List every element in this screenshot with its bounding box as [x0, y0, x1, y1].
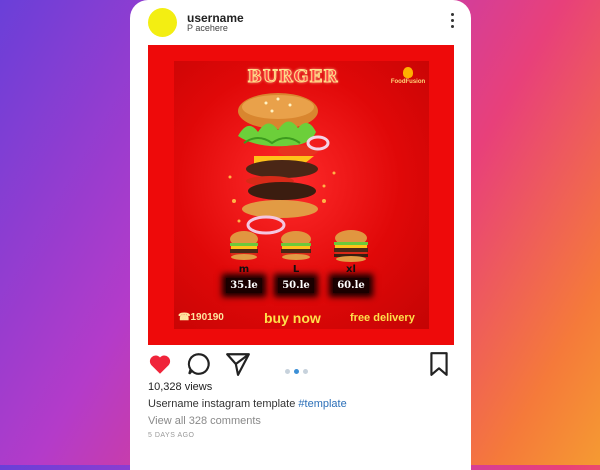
caption-text: instagram template [198, 398, 299, 410]
size-label: xl [346, 264, 356, 275]
view-comments-link[interactable]: View all 328 comments [148, 415, 261, 427]
mini-burger-icon [334, 230, 368, 262]
caption-username[interactable]: Username [148, 398, 199, 410]
caption: Username instagram template #template [148, 398, 347, 410]
burger-poster: BURGER FoodFusion m 35.le L 50.le xl 60.… [174, 61, 429, 329]
logo-mark-icon [403, 67, 413, 78]
price-tag: 50.le [278, 278, 314, 293]
comment-icon[interactable] [186, 351, 212, 377]
price-tag: 60.le [333, 278, 369, 293]
phone-number: ☎190190 [178, 312, 224, 323]
size-option-l: L 50.le [276, 229, 316, 304]
views-count: 10,328 views [148, 381, 213, 393]
action-bar [130, 350, 471, 378]
post-image[interactable]: BURGER FoodFusion m 35.le L 50.le xl 60.… [148, 45, 454, 345]
carousel-dot-active [294, 369, 299, 374]
avatar[interactable] [148, 8, 177, 37]
heart-icon[interactable] [147, 351, 173, 377]
more-vertical-icon[interactable] [449, 13, 455, 31]
size-option-m: m 35.le [224, 229, 264, 304]
size-label: L [292, 264, 300, 275]
mini-burger-icon [230, 231, 258, 260]
size-option-xl: xl 60.le [331, 229, 371, 304]
hashtag-link[interactable]: #template [298, 398, 346, 410]
location[interactable]: P acehere [187, 23, 228, 33]
send-icon[interactable] [225, 351, 251, 377]
carousel-dot [285, 369, 290, 374]
bookmark-icon[interactable] [426, 351, 452, 377]
free-delivery-text: free delivery [350, 312, 415, 324]
post-timestamp: 5 DAYS AGO [148, 432, 195, 439]
post-header: username P acehere [130, 0, 471, 44]
carousel-dot [303, 369, 308, 374]
mini-burger-icon [281, 231, 311, 260]
price-tag: 35.le [226, 278, 262, 293]
burger-illustration [228, 93, 336, 235]
post-card: username P acehere BURGER FoodFusion m 3… [130, 0, 471, 470]
size-label: m [238, 264, 250, 275]
carousel-dots [285, 361, 312, 374]
poster-footer: ☎190190 buy now free delivery [174, 306, 429, 326]
buy-now-text: buy now [264, 310, 321, 326]
